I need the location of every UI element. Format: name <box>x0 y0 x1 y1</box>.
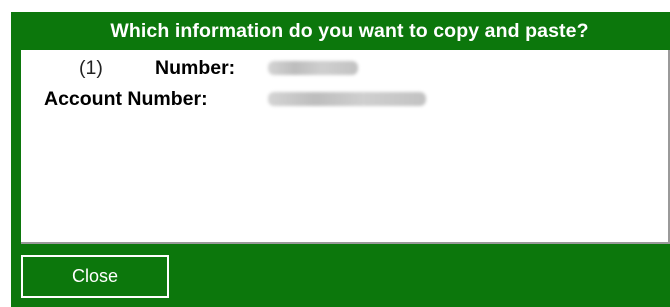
info-panel: (1) Number: Account Number: <box>21 50 670 244</box>
entry-index: (1) <box>79 56 103 79</box>
account-number-label: Account Number: <box>44 87 208 110</box>
number-label: Number: <box>155 56 236 79</box>
close-button[interactable]: Close <box>21 255 169 298</box>
redacted-account-number-value <box>268 92 426 106</box>
dialog-footer: Close <box>11 244 670 307</box>
copy-paste-dialog: Which information do you want to copy an… <box>11 12 670 307</box>
dialog-title: Which information do you want to copy an… <box>110 19 589 42</box>
redacted-number-value <box>268 61 358 75</box>
